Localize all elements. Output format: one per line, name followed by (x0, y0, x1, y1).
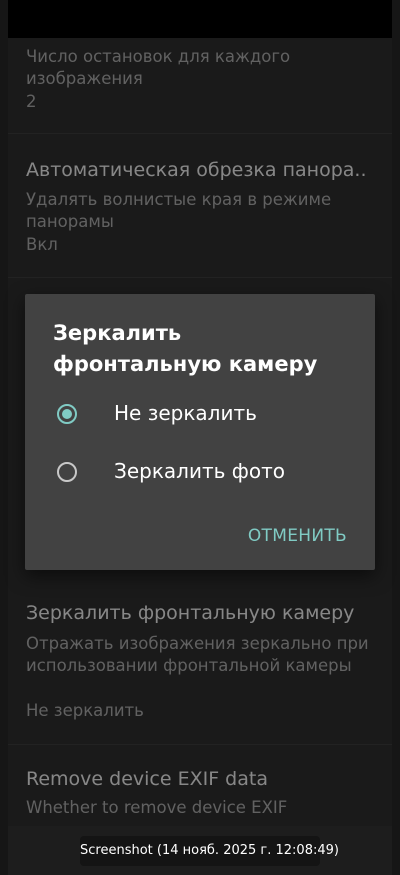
screenshot-toast: Screenshot (14 нояб. 2025 г. 12:08:49) (80, 836, 339, 866)
mirror-front-camera-dialog: Зеркалить фронтальную камеру Не зеркалит… (25, 294, 375, 570)
cancel-button[interactable]: ОТМЕНИТЬ (248, 526, 347, 546)
radio-checked-icon[interactable] (57, 404, 77, 424)
option-no-mirror[interactable]: Не зеркалить (25, 391, 375, 441)
option-label: Не зеркалить (114, 401, 257, 425)
option-mirror-photo[interactable]: Зеркалить фото (25, 449, 375, 499)
dialog-title: Зеркалить фронтальную камеру (53, 321, 318, 376)
option-label: Зеркалить фото (114, 459, 285, 483)
radio-unchecked-icon[interactable] (57, 462, 77, 482)
